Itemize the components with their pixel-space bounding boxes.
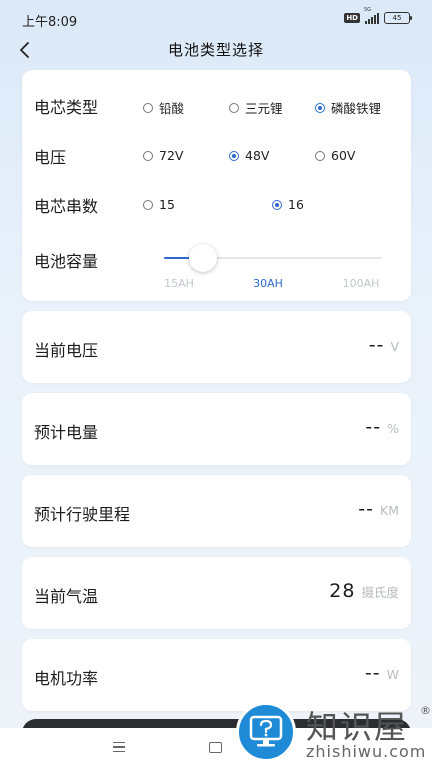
home-icon[interactable]: [209, 742, 222, 753]
radio-dot: [143, 150, 153, 161]
network-type: 5G: [364, 6, 372, 13]
signal-icon: 5G: [364, 7, 379, 24]
radio-voltage-60v[interactable]: 60V: [315, 148, 355, 163]
capacity-tick-100ah[interactable]: 100AH: [343, 277, 380, 290]
info-value: -- KM: [358, 498, 399, 520]
status-time: 上午8:09: [22, 15, 78, 30]
info-value: -- V: [369, 334, 399, 356]
watermark-monitor-icon: [236, 702, 296, 762]
watermark-registered: ®: [420, 704, 431, 717]
radio-series-16[interactable]: 16: [272, 197, 304, 212]
info-number: --: [358, 498, 375, 520]
info-value: -- %: [365, 416, 399, 438]
info-card-current-temperature: 当前气温 28 摄氏度: [22, 557, 411, 629]
status-icons: HD 5G 45: [344, 7, 412, 24]
radio-cell-type-lead-acid[interactable]: 铅酸: [143, 98, 184, 117]
page-title: 电池类型选择: [167, 41, 264, 59]
info-unit: KM: [380, 503, 399, 518]
cell-series-label: 电芯串数: [34, 197, 99, 216]
info-label: 当前气温: [34, 587, 99, 606]
battery-config-card: 电芯类型 铅酸 三元锂 磷酸铁锂 电压 72V 48V 60V 电芯串数 15 …: [22, 70, 411, 301]
radio-label: 15: [159, 197, 175, 212]
radio-cell-type-ternary-lithium[interactable]: 三元锂: [229, 98, 283, 117]
radio-label: 72V: [159, 148, 184, 163]
battery-icon: 45: [384, 12, 412, 24]
capacity-tick-30ah[interactable]: 30AH: [253, 277, 283, 290]
info-label: 当前电压: [34, 341, 99, 360]
hd-icon: HD: [344, 13, 360, 23]
slider-thumb[interactable]: [189, 244, 217, 272]
watermark-logo: 知识屋 ® zhishiwu.com: [232, 698, 432, 768]
radio-voltage-48v[interactable]: 48V: [229, 148, 269, 163]
radio-voltage-72v[interactable]: 72V: [143, 148, 183, 163]
info-unit: V: [390, 339, 399, 354]
info-value: 28 摄氏度: [329, 580, 399, 602]
radio-dot-selected: [272, 199, 282, 210]
capacity-slider[interactable]: [164, 244, 382, 272]
info-card-current-voltage: 当前电压 -- V: [22, 311, 411, 383]
radio-dot: [229, 102, 239, 113]
cell-type-label: 电芯类型: [34, 98, 99, 117]
info-card-estimated-charge: 预计电量 -- %: [22, 393, 411, 465]
radio-series-15[interactable]: 15: [143, 197, 175, 212]
radio-label: 60V: [331, 148, 356, 163]
header: 电池类型选择: [0, 38, 432, 62]
info-number: 28: [329, 580, 356, 602]
radio-label: 16: [288, 197, 304, 212]
info-label: 电机功率: [34, 669, 99, 688]
info-unit: %: [387, 421, 399, 436]
voltage-label: 电压: [34, 148, 67, 167]
radio-dot-selected: [229, 150, 239, 161]
info-unit: 摄氏度: [361, 585, 399, 600]
info-label: 预计行驶里程: [34, 505, 131, 524]
radio-label: 铅酸: [159, 101, 185, 116]
radio-dot: [143, 199, 153, 210]
radio-dot: [315, 150, 325, 161]
info-number: --: [364, 662, 381, 684]
radio-cell-type-lifepo4[interactable]: 磷酸铁锂: [315, 98, 381, 117]
radio-dot: [143, 102, 153, 113]
menu-icon[interactable]: [113, 742, 125, 755]
info-card-estimated-range: 预计行驶里程 -- KM: [22, 475, 411, 547]
status-bar: 上午8:09 HD 5G 45: [0, 0, 432, 38]
radio-label: 三元锂: [245, 101, 283, 116]
radio-dot-selected: [315, 102, 325, 113]
info-value: -- W: [365, 662, 399, 684]
capacity-label: 电池容量: [34, 252, 99, 271]
info-unit: W: [386, 667, 399, 682]
info-label: 预计电量: [34, 423, 99, 442]
radio-label: 48V: [245, 148, 270, 163]
radio-label: 磷酸铁锂: [331, 101, 382, 116]
info-number: --: [368, 334, 385, 356]
watermark-url: zhishiwu.com: [306, 742, 427, 761]
capacity-tick-15ah[interactable]: 15AH: [164, 277, 194, 290]
info-number: --: [365, 416, 382, 438]
